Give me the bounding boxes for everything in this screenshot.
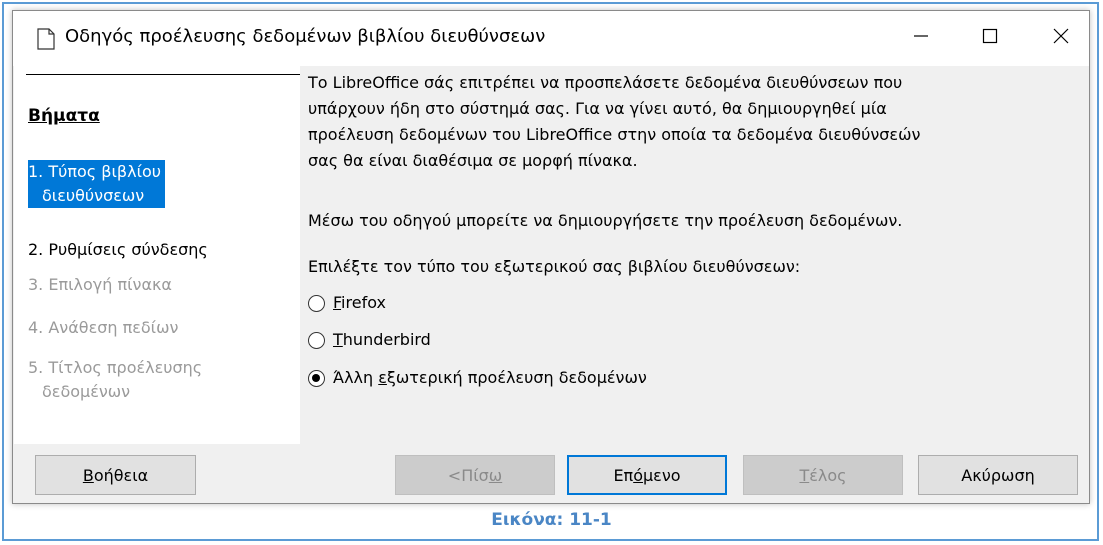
sidebar-divider: [26, 74, 300, 75]
radio-label: Firefox: [333, 293, 386, 312]
minimize-icon: [914, 35, 928, 37]
step-label-cont: δεδομένων: [42, 382, 131, 401]
intro-line: προέλευση δεδομένων του LibreOffice στην…: [308, 125, 921, 144]
title-bar: Οδηγός προέλευσης δεδομένων βιβλίου διευ…: [13, 11, 1089, 66]
step-label: 3. Επιλογή πίνακα: [28, 275, 172, 294]
back-button: <Πίσ ω: [395, 455, 555, 495]
step-connection-settings[interactable]: 2. Ρυθμίσεις σύνδεσης: [28, 238, 208, 262]
help-button[interactable]: Βοήθεια: [35, 455, 196, 495]
radio-button[interactable]: [308, 294, 325, 312]
intro-line: σας θα είναι διαθέσιμα σε μορφή πίνακα.: [308, 151, 638, 170]
step-label: 2. Ρυθμίσεις σύνδεσης: [28, 240, 208, 259]
radio-label: Άλλη εξωτερική προέλευση δεδομένων: [333, 368, 647, 387]
close-button[interactable]: [1031, 11, 1091, 61]
step-field-assignment: 4. Ανάθεση πεδίων: [28, 316, 178, 340]
finish-button: Τέλος: [743, 455, 903, 495]
intro-line: Το LibreOffice σάς επιτρέπει να προσπελά…: [308, 73, 903, 92]
step-label: 1. Τύπος βιβλίου: [28, 162, 162, 181]
radio-button-selected[interactable]: [308, 369, 325, 387]
maximize-icon: [982, 28, 998, 44]
figure-caption: Εικόνα: 11-1: [491, 510, 612, 530]
steps-heading: Βήματα: [28, 106, 100, 126]
steps-sidebar: Βήματα 1. Τύπος βιβλίου διευθύνσεων 2. Ρ…: [14, 66, 300, 444]
step-label: 5. Τίτλος προέλευσης: [28, 358, 203, 377]
step-table-selection: 3. Επιλογή πίνακα: [28, 273, 172, 297]
intro-line: υπάρχουν ήδη στο σύστημά σας. Για να γίν…: [308, 99, 887, 118]
radio-other-external-source[interactable]: Άλλη εξωτερική προέλευση δεδομένων: [308, 366, 647, 390]
step-address-book-type[interactable]: 1. Τύπος βιβλίου διευθύνσεων: [28, 160, 166, 208]
next-button[interactable]: Επ ό μενο: [567, 455, 727, 495]
choose-type-label: Επιλέξτε τον τύπο του εξωτερικού σας βιβ…: [308, 257, 801, 276]
minimize-button[interactable]: [891, 11, 951, 61]
step-label-cont: διευθύνσεων: [42, 186, 145, 205]
address-book-wizard-dialog: Οδηγός προέλευσης δεδομένων βιβλίου διευ…: [12, 10, 1090, 504]
wizard-content: Το LibreOffice σάς επιτρέπει να προσπελά…: [308, 66, 1078, 444]
radio-button[interactable]: [308, 331, 325, 349]
radio-label: Thunderbird: [333, 330, 431, 349]
radio-firefox[interactable]: Firefox: [308, 291, 386, 315]
wizard-note: Μέσω του οδηγού μπορείτε να δημιουργήσετ…: [308, 211, 903, 230]
maximize-button[interactable]: [960, 11, 1020, 61]
cancel-button[interactable]: Ακύρωση: [918, 455, 1078, 495]
step-data-source-title: 5. Τίτλος προέλευσης δεδομένων: [28, 356, 202, 404]
step-label: 4. Ανάθεση πεδίων: [28, 318, 179, 337]
document-icon: [37, 28, 55, 50]
close-icon: [1053, 28, 1069, 44]
radio-thunderbird[interactable]: Thunderbird: [308, 328, 431, 352]
window-title: Οδηγός προέλευσης δεδομένων βιβλίου διευ…: [65, 26, 546, 47]
